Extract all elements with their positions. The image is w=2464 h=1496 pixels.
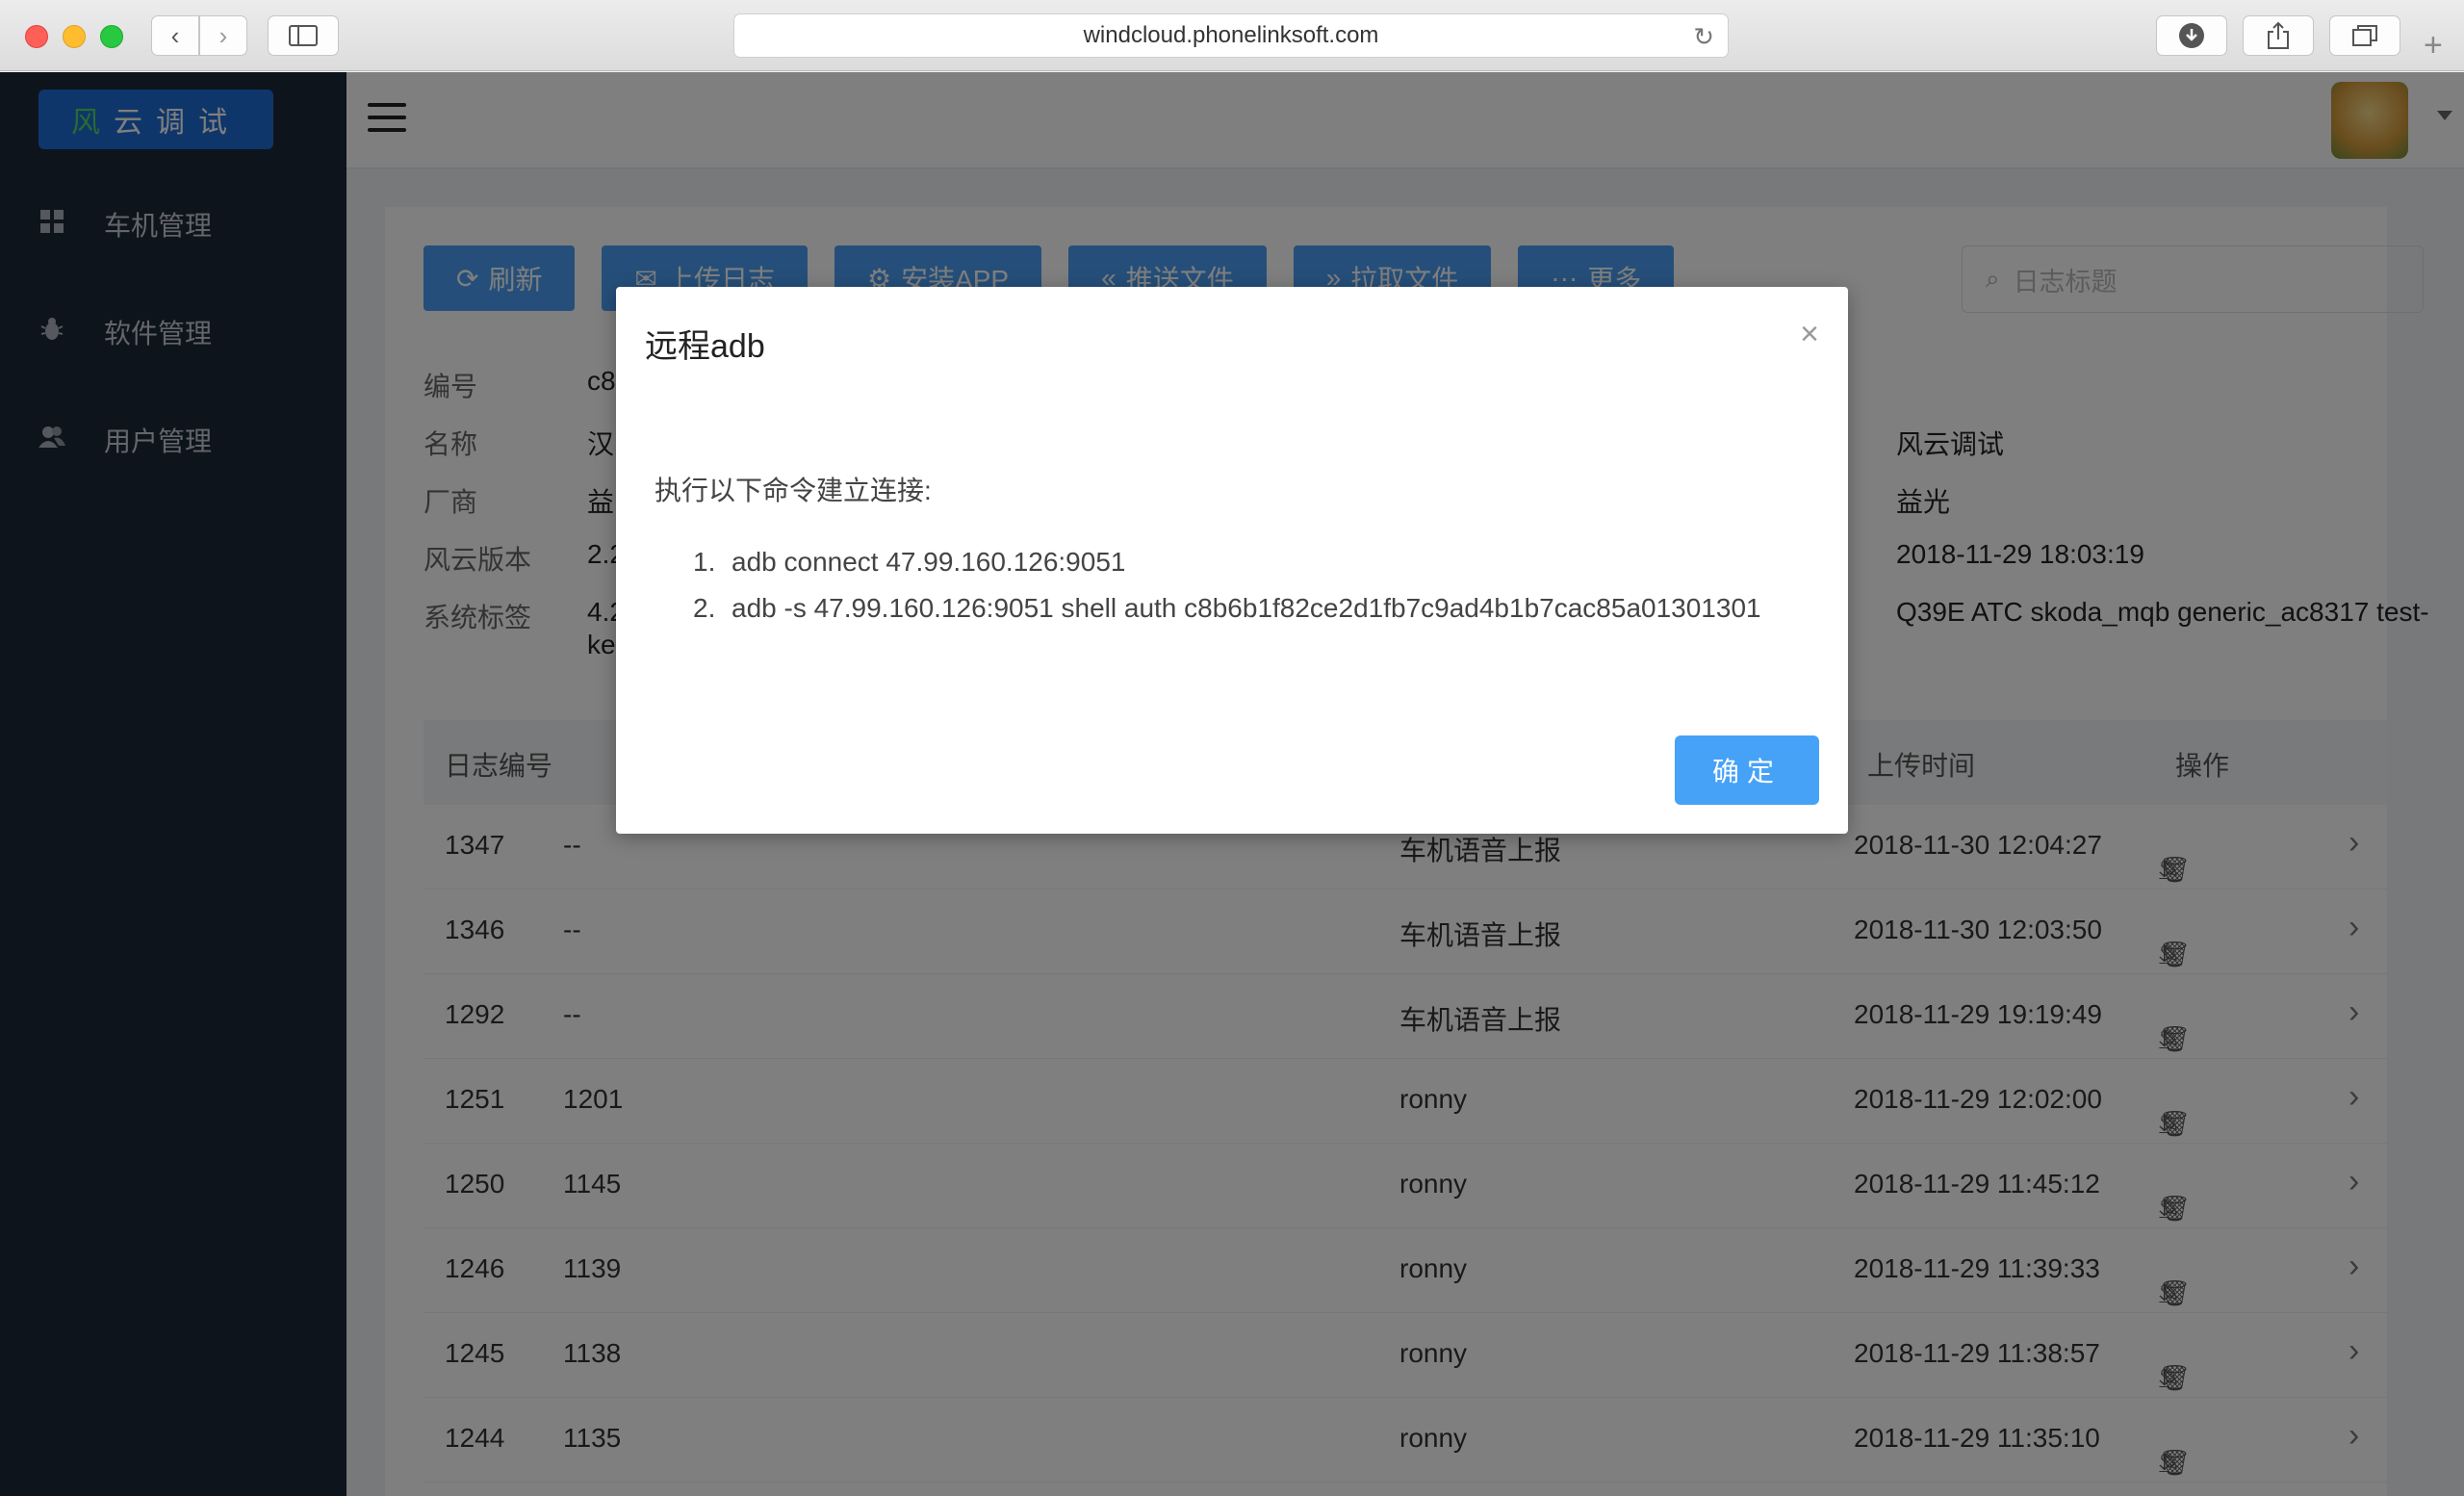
- show-tabs-button[interactable]: [2329, 15, 2400, 56]
- share-icon: [2268, 21, 2289, 49]
- sidebar-icon: [289, 25, 318, 46]
- tabs-icon: [2352, 25, 2377, 46]
- new-tab-button[interactable]: +: [2424, 27, 2443, 64]
- sidebar-toggle-button[interactable]: [268, 15, 339, 56]
- chevron-right-icon: ›: [218, 20, 228, 50]
- chevron-left-icon: ‹: [170, 20, 180, 50]
- download-icon: [2179, 23, 2204, 48]
- dialog-intro: 执行以下命令建立连接:: [654, 476, 932, 505]
- share-button[interactable]: [2243, 15, 2314, 56]
- browser-toolbar: ‹ › windcloud.phonelinksoft.com ↻ +: [0, 0, 2464, 71]
- zoom-window-button[interactable]: [100, 25, 123, 48]
- confirm-button[interactable]: 确定: [1675, 735, 1819, 805]
- command-item: 2. adb -s 47.99.160.126:9051 shell auth c…: [693, 593, 1761, 623]
- back-button[interactable]: ‹: [151, 15, 199, 56]
- command-text: adb connect 47.99.160.126:9051: [732, 547, 1126, 577]
- address-bar[interactable]: windcloud.phonelinksoft.com ↻: [733, 13, 1729, 58]
- command-item: 1. adb connect 47.99.160.126:9051: [693, 547, 1126, 577]
- downloads-button[interactable]: [2156, 15, 2227, 56]
- remote-adb-dialog: 远程adb × 执行以下命令建立连接: 1. adb connect 47.99.…: [616, 287, 1848, 834]
- plus-icon: +: [2424, 27, 2443, 64]
- minimize-window-button[interactable]: [63, 25, 86, 48]
- url-text: windcloud.phonelinksoft.com: [1083, 22, 1379, 48]
- command-list: 1. adb connect 47.99.160.126:9051 2. adb -…: [693, 539, 1761, 632]
- forward-button[interactable]: ›: [199, 15, 247, 56]
- reload-icon[interactable]: ↻: [1693, 22, 1714, 52]
- dialog-title: 远程adb: [645, 328, 765, 365]
- close-icon[interactable]: ×: [1800, 316, 1819, 353]
- command-text: adb -s 47.99.160.126:9051 shell auth c8b…: [732, 593, 1761, 623]
- close-window-button[interactable]: [25, 25, 48, 48]
